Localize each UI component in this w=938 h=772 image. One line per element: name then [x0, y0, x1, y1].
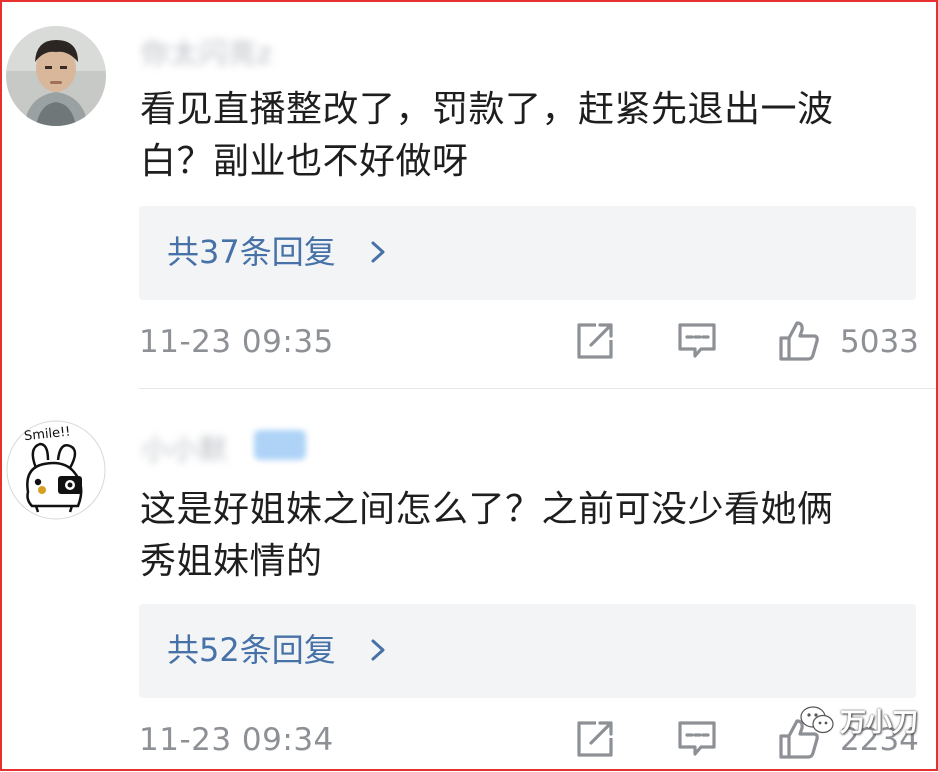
comment-text: 这是好姐妹之间怎么了？之前可没少看她俩 秀姐妹情的 [140, 484, 930, 588]
comment-icon[interactable] [676, 718, 718, 760]
username[interactable]: 小小默 [141, 428, 228, 468]
comment-text-line: 这是好姐妹之间怎么了？之前可没少看她俩 [140, 489, 834, 530]
username[interactable]: 你太闪亮z [141, 32, 273, 72]
comment-text-line: 看见直播整改了，罚款了，赶紧先退出一波 [140, 89, 834, 130]
like-count: 5033 [840, 324, 919, 360]
comment-item-1: 你太闪亮z 看见直播整改了，罚款了，赶紧先退出一波 白？副业也不好做呀 共37条… [0, 0, 938, 390]
comment-text: 看见直播整改了，罚款了，赶紧先退出一波 白？副业也不好做呀 [140, 84, 930, 188]
chevron-right-icon [371, 639, 385, 661]
avatar[interactable]: Smile!! [6, 420, 106, 520]
user-photo-avatar [6, 26, 106, 126]
watermark: 万小刀 [800, 700, 918, 740]
chevron-right-icon [371, 241, 385, 263]
timestamp: 11-23 09:35 [139, 324, 334, 360]
wechat-logo-icon [800, 706, 834, 734]
view-replies-button[interactable]: 共37条回复 [139, 206, 916, 300]
avatar[interactable] [6, 26, 106, 126]
watermark-text: 万小刀 [840, 707, 919, 738]
replies-count-label: 共52条回复 [167, 631, 336, 669]
view-replies-button[interactable]: 共52条回复 [139, 604, 916, 698]
comment-item-2: Smile!! 小小默 这是好姐妹之间怎么了？之前可没少看她俩 秀姐妹情的 共5… [0, 390, 938, 771]
comment-meta-bar: 11-23 09:34 2234 [0, 716, 938, 772]
share-icon[interactable] [574, 320, 616, 362]
replies-count-label: 共37条回复 [167, 233, 336, 271]
thumbs-up-icon[interactable] [778, 320, 820, 362]
member-badge [254, 430, 306, 460]
comment-meta-bar: 11-23 09:35 5033 [0, 318, 938, 374]
cartoon-bunny-avatar: Smile!! [6, 420, 106, 520]
share-icon[interactable] [574, 718, 616, 760]
timestamp: 11-23 09:34 [139, 722, 334, 758]
comment-divider [139, 388, 938, 389]
comment-text-line: 秀姐妹情的 [140, 541, 323, 582]
comment-text-line: 白？副业也不好做呀 [140, 141, 469, 182]
comment-icon[interactable] [676, 320, 718, 362]
